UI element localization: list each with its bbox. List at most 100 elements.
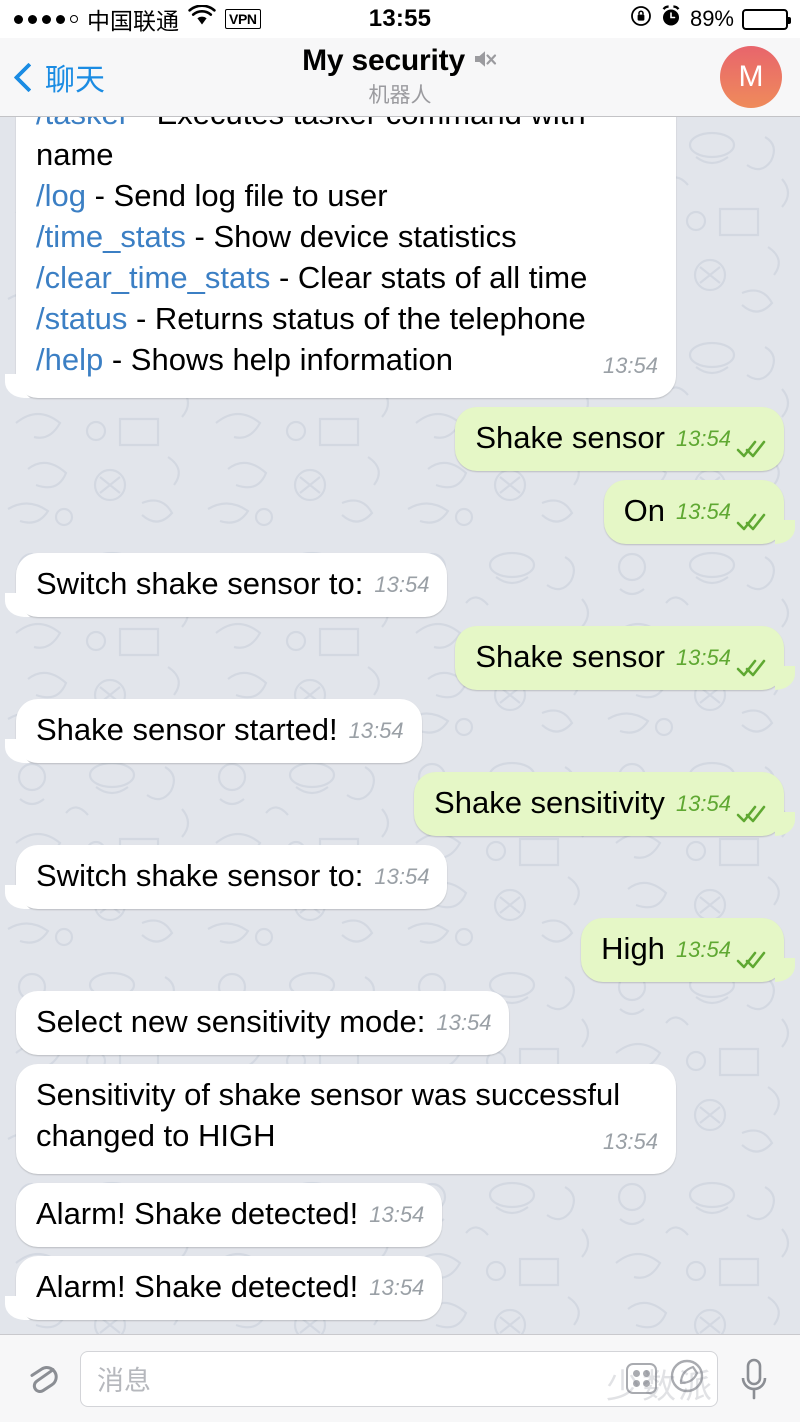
incoming-message-bubble[interactable]: /tasker - Executes tasker command with n… [5, 117, 676, 398]
message-meta: 13:54 [676, 491, 766, 532]
status-bar: 中国联通 VPN 13:55 89% [0, 0, 800, 38]
message-text: Alarm! Shake detected! [36, 1269, 359, 1304]
command-link[interactable]: /help [36, 342, 103, 377]
message-row: Sensitivity of shake sensor was successf… [16, 1064, 784, 1174]
incoming-message-bubble[interactable]: Switch shake sensor to: 13:54 [4, 845, 448, 909]
message-timestamp: 13:54 [374, 572, 430, 597]
read-receipt-double-check-icon [736, 942, 766, 968]
phone-screen: 中国联通 VPN 13:55 89% 聊天 My security 机器人 M … [0, 0, 800, 1422]
command-link[interactable]: /log [36, 178, 86, 213]
message-text: Switch shake sensor to: [36, 858, 364, 893]
message-meta: 13:54 [369, 1267, 424, 1308]
message-text: High [601, 931, 665, 966]
message-meta: 13:54 [603, 1121, 658, 1162]
message-meta: 13:54 [374, 856, 429, 897]
message-timestamp: 13:54 [675, 499, 731, 524]
incoming-message-bubble[interactable]: Select new sensitivity mode: 13:54 [16, 991, 510, 1055]
incoming-message-bubble[interactable]: Shake sensor started! 13:54 [5, 699, 422, 763]
chat-subtitle: 机器人 [368, 83, 432, 107]
message-meta: 13:54 [676, 637, 766, 678]
chat-header[interactable]: My security 机器人 [0, 44, 800, 109]
grid-keyboard-icon[interactable] [626, 1363, 657, 1394]
battery-percent-label: 89% [689, 6, 734, 31]
message-text: /tasker - Executes tasker command with n… [36, 117, 594, 377]
message-timestamp: 13:54 [374, 864, 430, 889]
incoming-message-bubble[interactable]: Switch shake sensor to: 13:54 [4, 553, 448, 617]
message-input-placeholder: 消息 [97, 1366, 151, 1397]
incoming-message-bubble[interactable]: Alarm! Shake detected! 13:54 [4, 1256, 443, 1320]
paperclip-icon[interactable] [22, 1357, 66, 1401]
message-timestamp: 13:54 [675, 791, 731, 816]
alarm-clock-icon [660, 4, 682, 34]
incoming-message-bubble[interactable]: Alarm! Shake detected! 13:54 [16, 1183, 443, 1247]
messages-container: /tasker - Executes tasker command with n… [0, 117, 800, 1329]
outgoing-message-bubble[interactable]: Shake sensor 13:54 [455, 407, 784, 471]
command-link[interactable]: /clear_time_stats [36, 260, 270, 295]
message-row: Shake sensor started! 13:54 [5, 699, 784, 763]
microphone-icon[interactable] [732, 1355, 776, 1403]
battery-icon [742, 8, 791, 30]
message-timestamp: 13:54 [369, 1275, 425, 1300]
message-meta: 13:54 [436, 1002, 491, 1043]
message-row: Select new sensitivity mode: 13:54 [16, 991, 784, 1055]
message-list[interactable]: /tasker - Executes tasker command with n… [0, 117, 800, 1335]
message-text: Shake sensitivity [434, 785, 665, 820]
outgoing-message-bubble[interactable]: On 13:54 [603, 480, 796, 544]
rotation-lock-icon [630, 5, 652, 33]
message-meta: 13:54 [676, 929, 766, 970]
message-input-bar: 消息 少数派 [0, 1334, 800, 1422]
message-text: On [623, 493, 665, 528]
message-text: Sensitivity of shake sensor was successf… [36, 1077, 629, 1153]
message-row: Switch shake sensor to: 13:54 [4, 845, 784, 909]
message-row: Switch shake sensor to: 13:54 [4, 553, 784, 617]
read-receipt-double-check-icon [736, 504, 766, 530]
message-meta: 13:54 [603, 345, 658, 386]
command-link[interactable]: /tasker [36, 117, 129, 131]
message-row: On 13:54 [16, 480, 796, 544]
muted-speaker-icon [472, 47, 498, 76]
status-bar-right: 89% [630, 4, 791, 34]
message-row: Shake sensor 13:54 [16, 626, 795, 690]
message-row: Shake sensitivity 13:54 [16, 772, 795, 836]
avatar[interactable]: M [720, 46, 782, 108]
message-meta: 13:54 [374, 564, 429, 605]
message-input-field[interactable]: 消息 [80, 1350, 718, 1407]
navigation-bar: 聊天 My security 机器人 M [0, 38, 800, 117]
message-meta: 13:54 [369, 1194, 424, 1235]
message-text: Shake sensor [475, 420, 665, 455]
message-meta: 13:54 [676, 418, 766, 459]
message-timestamp: 13:54 [348, 718, 404, 743]
message-text: Shake sensor started! [36, 712, 338, 747]
command-link[interactable]: /status [36, 301, 127, 336]
message-text: Shake sensor [475, 639, 665, 674]
message-row: Alarm! Shake detected! 13:54 [4, 1256, 784, 1320]
read-receipt-double-check-icon [736, 431, 766, 457]
read-receipt-double-check-icon [736, 650, 766, 676]
message-text: Alarm! Shake detected! [36, 1196, 359, 1231]
message-row: Shake sensor 13:54 [16, 407, 784, 471]
message-timestamp: 13:54 [675, 426, 731, 451]
page-title: My security [302, 44, 465, 77]
message-timestamp: 13:54 [369, 1202, 425, 1227]
message-timestamp: 13:54 [602, 353, 658, 378]
outgoing-message-bubble[interactable]: High 13:54 [581, 918, 795, 982]
message-row: High 13:54 [16, 918, 795, 982]
avatar-letter: M [738, 60, 764, 93]
message-row: Alarm! Shake detected! 13:54 [16, 1183, 784, 1247]
message-timestamp: 13:54 [602, 1129, 658, 1154]
outgoing-message-bubble[interactable]: Shake sensitivity 13:54 [414, 772, 795, 836]
message-row: /tasker - Executes tasker command with n… [5, 117, 784, 398]
incoming-message-bubble[interactable]: Sensitivity of shake sensor was successf… [16, 1064, 676, 1174]
message-timestamp: 13:54 [675, 937, 731, 962]
message-text: Select new sensitivity mode: [36, 1004, 426, 1039]
input-field-icons [626, 1358, 705, 1399]
message-meta: 13:54 [349, 710, 404, 751]
message-text: Switch shake sensor to: [36, 566, 364, 601]
command-link[interactable]: /time_stats [36, 219, 186, 254]
sticker-icon[interactable] [669, 1358, 705, 1399]
message-timestamp: 13:54 [436, 1010, 492, 1035]
message-meta: 13:54 [676, 783, 766, 824]
outgoing-message-bubble[interactable]: Shake sensor 13:54 [455, 626, 795, 690]
message-timestamp: 13:54 [675, 645, 731, 670]
read-receipt-double-check-icon [736, 796, 766, 822]
